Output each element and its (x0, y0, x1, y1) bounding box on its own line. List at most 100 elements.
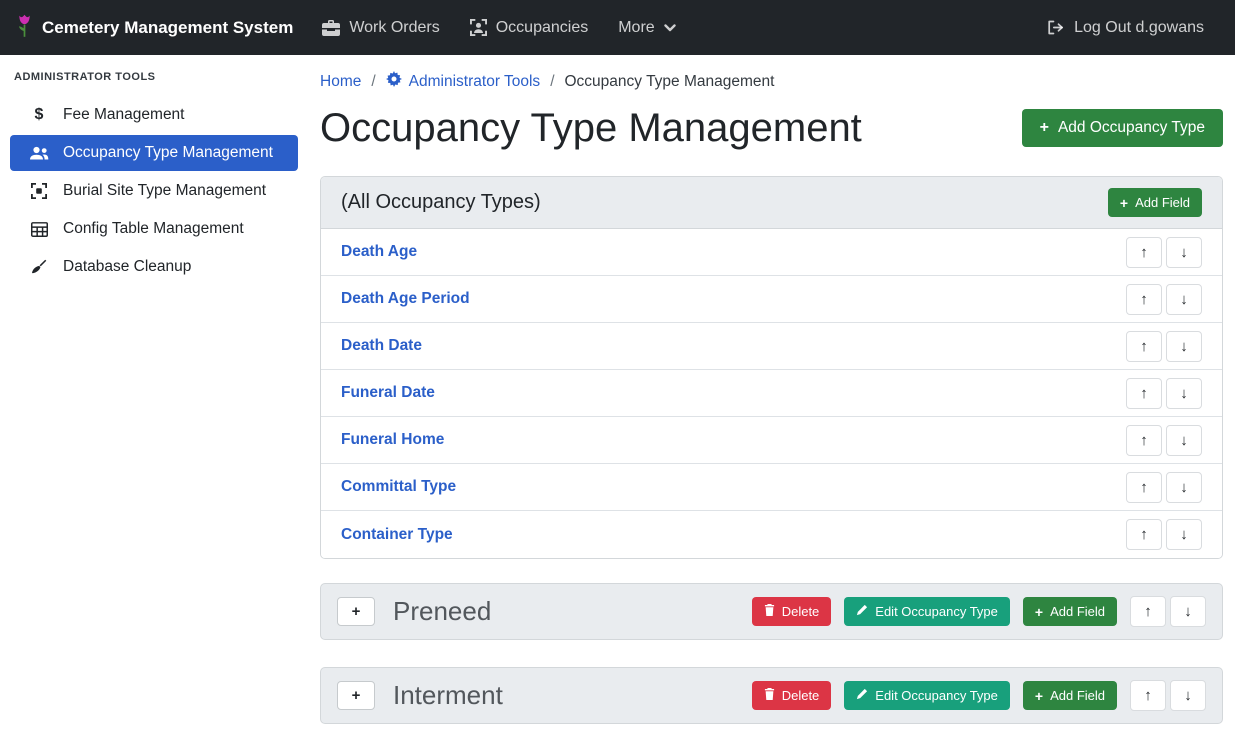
field-row: Death Age Period ↑ ↓ (321, 276, 1222, 323)
nav-item-label: More (618, 19, 654, 37)
breadcrumb-home-link[interactable]: Home (320, 73, 361, 91)
add-field-interment-button[interactable]: + Add Field (1023, 681, 1117, 710)
move-up-button[interactable]: ↑ (1126, 472, 1162, 503)
plus-icon: + (1040, 120, 1049, 136)
edit-preneed-button[interactable]: Edit Occupancy Type (844, 597, 1010, 626)
field-row: Death Date ↑ ↓ (321, 323, 1222, 370)
field-rows: Death Age ↑ ↓ Death Age Period ↑ ↓ Death… (321, 229, 1222, 558)
plus-icon: + (1035, 605, 1043, 619)
arrow-down-icon: ↓ (1180, 244, 1188, 261)
move-down-button[interactable]: ↓ (1166, 378, 1202, 409)
sidebar-item-burial-site-type-management[interactable]: Burial Site Type Management (10, 173, 298, 209)
nav-item-occupancies[interactable]: Occupancies (455, 11, 604, 45)
expand-preneed-button[interactable]: + (337, 597, 375, 626)
users-icon (28, 146, 50, 160)
arrow-down-icon: ↓ (1180, 385, 1188, 402)
add-field-preneed-button[interactable]: + Add Field (1023, 597, 1117, 626)
field-link[interactable]: Container Type (341, 526, 453, 544)
move-down-button[interactable]: ↓ (1166, 519, 1202, 550)
move-down-button[interactable]: ↓ (1166, 284, 1202, 315)
sidebar-item-label: Database Cleanup (63, 258, 191, 276)
nav-item-more[interactable]: More (603, 11, 690, 45)
sidebar-item-label: Fee Management (63, 106, 185, 124)
nav-item-work-orders[interactable]: Work Orders (307, 11, 454, 45)
type-card-title: Preneed (393, 596, 752, 627)
add-field-label: Add Field (1050, 688, 1105, 703)
tulip-logo-icon (16, 13, 33, 43)
expand-interment-button[interactable]: + (337, 681, 375, 710)
broom-icon (28, 259, 50, 275)
logout-button[interactable]: Log Out d.gowans (1032, 11, 1219, 45)
type-card-preneed: + Preneed Delete (320, 583, 1223, 640)
move-down-button[interactable]: ↓ (1166, 472, 1202, 503)
arrow-up-icon: ↑ (1140, 244, 1148, 261)
move-down-button[interactable]: ↓ (1170, 680, 1206, 711)
person-frame-icon (470, 19, 487, 36)
add-field-label: Add Field (1135, 195, 1190, 210)
toolbox-icon (322, 20, 340, 36)
page-title: Occupancy Type Management (320, 104, 862, 152)
field-row: Committal Type ↑ ↓ (321, 464, 1222, 511)
delete-label: Delete (782, 604, 820, 619)
move-down-button[interactable]: ↓ (1170, 596, 1206, 627)
plus-icon: + (1035, 689, 1043, 703)
move-up-button[interactable]: ↑ (1126, 425, 1162, 456)
sidebar-item-fee-management[interactable]: $ Fee Management (10, 97, 298, 133)
field-row: Container Type ↑ ↓ (321, 511, 1222, 558)
plus-icon: + (352, 603, 361, 620)
arrow-up-icon: ↑ (1140, 385, 1148, 402)
move-up-button[interactable]: ↑ (1126, 331, 1162, 362)
breadcrumb-admin-tools-link[interactable]: Administrator Tools (386, 71, 541, 92)
move-up-button[interactable]: ↑ (1126, 519, 1162, 550)
field-link[interactable]: Funeral Home (341, 431, 444, 449)
move-up-button[interactable]: ↑ (1126, 284, 1162, 315)
sidebar-item-occupancy-type-management[interactable]: Occupancy Type Management (10, 135, 298, 171)
arrow-down-icon: ↓ (1180, 291, 1188, 308)
app-brand[interactable]: Cemetery Management System (16, 13, 293, 43)
all-occupancy-types-title: (All Occupancy Types) (341, 191, 541, 214)
breadcrumb-admin-tools-label: Administrator Tools (409, 73, 541, 91)
top-navbar: Cemetery Management System Work Orders O… (0, 0, 1235, 55)
field-link[interactable]: Death Age (341, 243, 417, 261)
app-title: Cemetery Management System (42, 18, 293, 38)
delete-interment-button[interactable]: Delete (752, 681, 832, 710)
arrow-down-icon: ↓ (1184, 687, 1192, 704)
sidebar-item-label: Config Table Management (63, 220, 244, 238)
field-row: Funeral Home ↑ ↓ (321, 417, 1222, 464)
move-down-button[interactable]: ↓ (1166, 331, 1202, 362)
field-link[interactable]: Committal Type (341, 478, 456, 496)
move-up-button[interactable]: ↑ (1130, 596, 1166, 627)
arrow-down-icon: ↓ (1180, 432, 1188, 449)
move-up-button[interactable]: ↑ (1126, 378, 1162, 409)
sidebar-item-label: Burial Site Type Management (63, 182, 266, 200)
field-row: Funeral Date ↑ ↓ (321, 370, 1222, 417)
table-icon (28, 222, 50, 237)
edit-interment-button[interactable]: Edit Occupancy Type (844, 681, 1010, 710)
field-row: Death Age ↑ ↓ (321, 229, 1222, 276)
arrow-up-icon: ↑ (1144, 687, 1152, 704)
sidebar-heading: ADMINISTRATOR TOOLS (0, 61, 308, 95)
sidebar-item-database-cleanup[interactable]: Database Cleanup (10, 249, 298, 285)
move-up-button[interactable]: ↑ (1130, 680, 1166, 711)
field-link[interactable]: Funeral Date (341, 384, 435, 402)
arrow-up-icon: ↑ (1140, 479, 1148, 496)
field-link[interactable]: Death Date (341, 337, 422, 355)
arrow-up-icon: ↑ (1140, 526, 1148, 543)
trash-icon (764, 604, 775, 619)
logout-label: Log Out d.gowans (1074, 19, 1204, 37)
page-header: Occupancy Type Management + Add Occupanc… (320, 104, 1223, 152)
add-field-button[interactable]: + Add Field (1108, 188, 1202, 217)
sidebar-item-config-table-management[interactable]: Config Table Management (10, 211, 298, 247)
move-down-button[interactable]: ↓ (1166, 237, 1202, 268)
sidebar: ADMINISTRATOR TOOLS $ Fee Management Occ… (0, 55, 308, 738)
arrow-up-icon: ↑ (1144, 603, 1152, 620)
navbar-links: Work Orders Occupancies More (307, 11, 690, 45)
breadcrumb-current: Occupancy Type Management (565, 73, 775, 91)
add-occupancy-type-button[interactable]: + Add Occupancy Type (1022, 109, 1223, 147)
gear-icon (386, 71, 402, 92)
move-up-button[interactable]: ↑ (1126, 237, 1162, 268)
delete-preneed-button[interactable]: Delete (752, 597, 832, 626)
add-occupancy-type-label: Add Occupancy Type (1058, 119, 1205, 137)
move-down-button[interactable]: ↓ (1166, 425, 1202, 456)
field-link[interactable]: Death Age Period (341, 290, 470, 308)
